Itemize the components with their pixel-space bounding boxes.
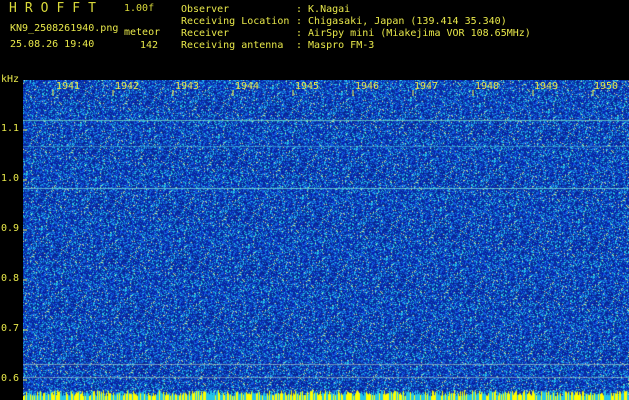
y-axis-unit: kHz <box>1 74 20 85</box>
x-tick-label: 1949 <box>534 81 559 92</box>
info-row-receiver: Receiver: AirSpy mini (Miakejima VOR 108… <box>181 28 531 39</box>
x-tick-label: 1942 <box>115 81 140 92</box>
y-tick-label: 0.8 <box>1 273 20 284</box>
x-tick-label: 1946 <box>355 81 380 92</box>
x-tick-label: 1950 <box>594 81 619 92</box>
filename-label: KN9_2508261940.png <box>10 23 119 34</box>
x-tick-label: 1944 <box>235 81 260 92</box>
y-tick-label: 1.1 <box>1 123 20 134</box>
version-label: 1.00f <box>124 3 155 14</box>
count-label: 142 <box>140 40 159 51</box>
spectrogram-grid <box>23 90 594 381</box>
y-tick-label: 0.6 <box>1 373 20 384</box>
y-tick-label: 0.9 <box>1 223 20 234</box>
info-row-location: Receiving Location: Chigasaki, Japan (13… <box>181 16 507 27</box>
x-tick-label: 1945 <box>295 81 320 92</box>
x-tick-label: 1948 <box>475 81 500 92</box>
x-tick-label: 1943 <box>175 81 200 92</box>
y-tick-label: 1.0 <box>1 173 20 184</box>
mode-label: meteor <box>124 27 161 38</box>
datetime-label: 25.08.26 19:40 <box>10 39 95 50</box>
info-row-antenna: Receiving antenna: Maspro FM-3 <box>181 40 375 51</box>
x-tick-label: 1947 <box>414 81 439 92</box>
info-row-observer: Observer: K.Nagai <box>181 4 351 15</box>
x-tick-label: 1941 <box>56 81 81 92</box>
app-title: HROFFT <box>9 1 104 16</box>
y-tick-label: 0.7 <box>1 323 20 334</box>
